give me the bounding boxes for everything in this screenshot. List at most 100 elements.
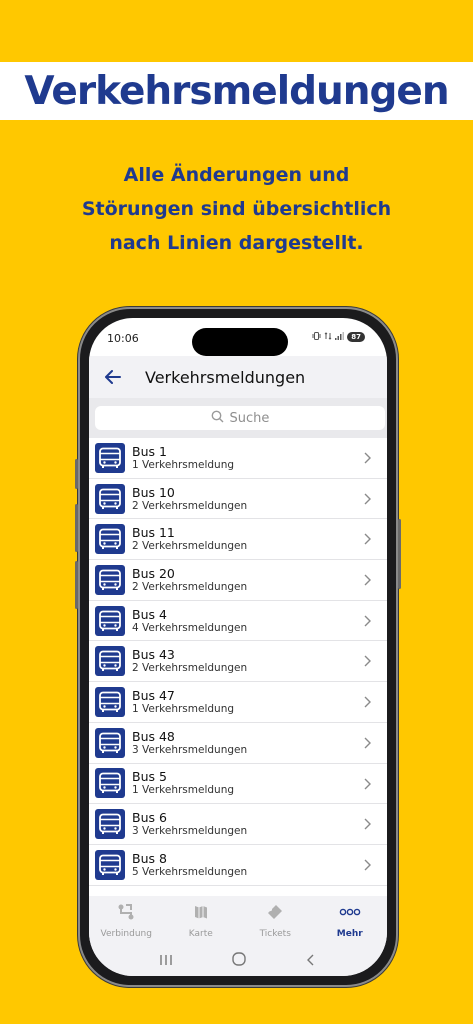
status-icons: 87 [312,332,365,342]
status-time: 10:06 [107,332,139,345]
tab-label-karte: Karte [188,929,213,939]
search-bar: Suche [89,398,387,438]
tab-karte[interactable]: Karte [164,896,239,946]
chevron-right-icon [363,653,373,672]
bus-icon [95,442,125,473]
list-item[interactable]: Bus 20 2 Verkehrsmeldungen [89,560,387,601]
bus-icon [95,809,125,840]
phone-volume-up-button [75,504,78,552]
list-item-title: Bus 8 [132,850,167,866]
list-item-subtitle: 1 Verkehrsmeldung [132,702,235,715]
subtitle-line-1: Alle Änderungen und [123,164,350,186]
android-nav-bar [89,946,387,976]
back-nav-icon[interactable] [304,952,318,971]
more-icon [339,903,361,925]
recent-apps-icon[interactable] [158,952,174,971]
list-item-title: Bus 6 [132,810,167,826]
phone-power-button [398,519,401,589]
bus-icon [95,564,125,595]
list-item[interactable]: Bus 85 Verkehrsmeldungen [89,845,387,886]
chevron-right-icon [363,613,373,632]
list-item[interactable]: Bus 63 Verkehrsmeldungen [89,804,387,845]
list-item-title: Bus 5 [132,769,167,785]
phone-side-button [75,459,78,489]
signal-icon [335,332,345,342]
map-icon [192,903,210,925]
phone-screen: 10:06 87 Verkehrsmeldungen Suche Bus 1 1… [89,318,387,976]
search-placeholder: Suche [229,410,270,426]
list-item-title: Bus 48 [132,728,175,744]
list-item-text: Bus 85 Verkehrsmeldungen [132,851,247,879]
list-item[interactable]: Bus 11 Verkehrsmeldung [89,438,387,479]
search-icon [211,410,224,427]
bus-icon [95,686,125,717]
list-item[interactable]: Bus 48 3 Verkehrsmeldungen [89,723,387,764]
network-icon [324,332,332,342]
subtitle-line-3: nach Linien dargestellt. [109,232,364,254]
vibrate-icon [312,332,321,342]
chevron-right-icon [363,450,373,469]
list-item[interactable]: Bus 51 Verkehrsmeldung [89,764,387,805]
list-item-title: Bus 10 [132,484,175,500]
list-item[interactable]: Bus 43 2 Verkehrsmeldungen [89,641,387,683]
tab-bar: Verbindung Karte Tickets Mehr [89,896,387,946]
list-item-text: Bus 11 2 Verkehrsmeldungen [132,525,247,553]
battery-icon: 87 [347,332,365,342]
list-item-subtitle: 5 Verkehrsmeldungen [132,865,248,878]
phone-mockup: 10:06 87 Verkehrsmeldungen Suche Bus 1 1… [75,307,401,987]
bus-icon [95,646,125,677]
list-item[interactable]: Bus 11 2 Verkehrsmeldungen [89,519,387,561]
subtitle-line-2: Störungen sind übersichtlich [81,198,392,220]
appbar-title: Verkehrsmeldungen [145,367,306,387]
header-banner: Verkehrsmeldungen [0,62,473,120]
tab-mehr[interactable]: Mehr [313,896,388,946]
list-item[interactable]: Bus 47 1 Verkehrsmeldung [89,682,387,723]
list-item-title: Bus 20 [132,565,175,581]
search-input[interactable]: Suche [95,406,385,430]
tab-tickets[interactable]: Tickets [238,896,313,946]
chevron-right-icon [363,816,373,835]
bus-icon [95,483,125,514]
list-item-subtitle: 1 Verkehrsmeldung [132,458,235,471]
app-bar: Verkehrsmeldungen [89,356,387,398]
route-icon [117,903,135,925]
back-arrow-icon[interactable] [103,367,123,387]
list-item-title: Bus 1 [132,443,167,459]
list-item-title: Bus 47 [132,687,175,703]
tab-label-verbindung: Verbindung [100,929,152,939]
list-item-subtitle: 2 Verkehrsmeldungen [132,540,248,553]
home-icon[interactable] [231,951,247,971]
chevron-right-icon [363,694,373,713]
chevron-right-icon [363,491,373,510]
bus-icon [95,768,125,799]
list-item-text: Bus 63 Verkehrsmeldungen [132,810,247,838]
list-item[interactable]: Bus 44 Verkehrsmeldungen [89,601,387,642]
bus-icon [95,524,125,555]
list-item-text: Bus 43 2 Verkehrsmeldungen [132,647,247,675]
chevron-right-icon [363,572,373,591]
chevron-right-icon [363,531,373,550]
chevron-right-icon [363,776,373,795]
list-item-subtitle: 1 Verkehrsmeldung [132,784,235,797]
phone-volume-down-button [75,561,78,609]
tab-verbindung[interactable]: Verbindung [89,896,164,946]
tab-label-tickets: Tickets [259,929,291,939]
list-item-text: Bus 10 2 Verkehrsmeldungen [132,485,247,513]
chevron-right-icon [363,735,373,754]
list-item-text: Bus 48 3 Verkehrsmeldungen [132,729,247,757]
list-item-text: Bus 51 Verkehrsmeldung [132,769,234,797]
tab-label-mehr: Mehr [336,929,363,939]
list-item-subtitle: 2 Verkehrsmeldungen [132,662,248,675]
list-item-text: Bus 44 Verkehrsmeldungen [132,607,247,635]
ticket-icon [266,903,284,925]
bus-icon [95,605,125,636]
list-item-title: Bus 43 [132,647,175,663]
dynamic-island [192,328,288,356]
list-item-text: Bus 11 Verkehrsmeldung [132,444,234,472]
list-item[interactable]: Bus 10 2 Verkehrsmeldungen [89,479,387,520]
page-title: Verkehrsmeldungen [24,68,449,114]
list-item-subtitle: 4 Verkehrsmeldungen [132,621,248,634]
list-item-subtitle: 2 Verkehrsmeldungen [132,580,248,593]
list-item-title: Bus 4 [132,606,167,622]
list-item-subtitle: 2 Verkehrsmeldungen [132,499,248,512]
